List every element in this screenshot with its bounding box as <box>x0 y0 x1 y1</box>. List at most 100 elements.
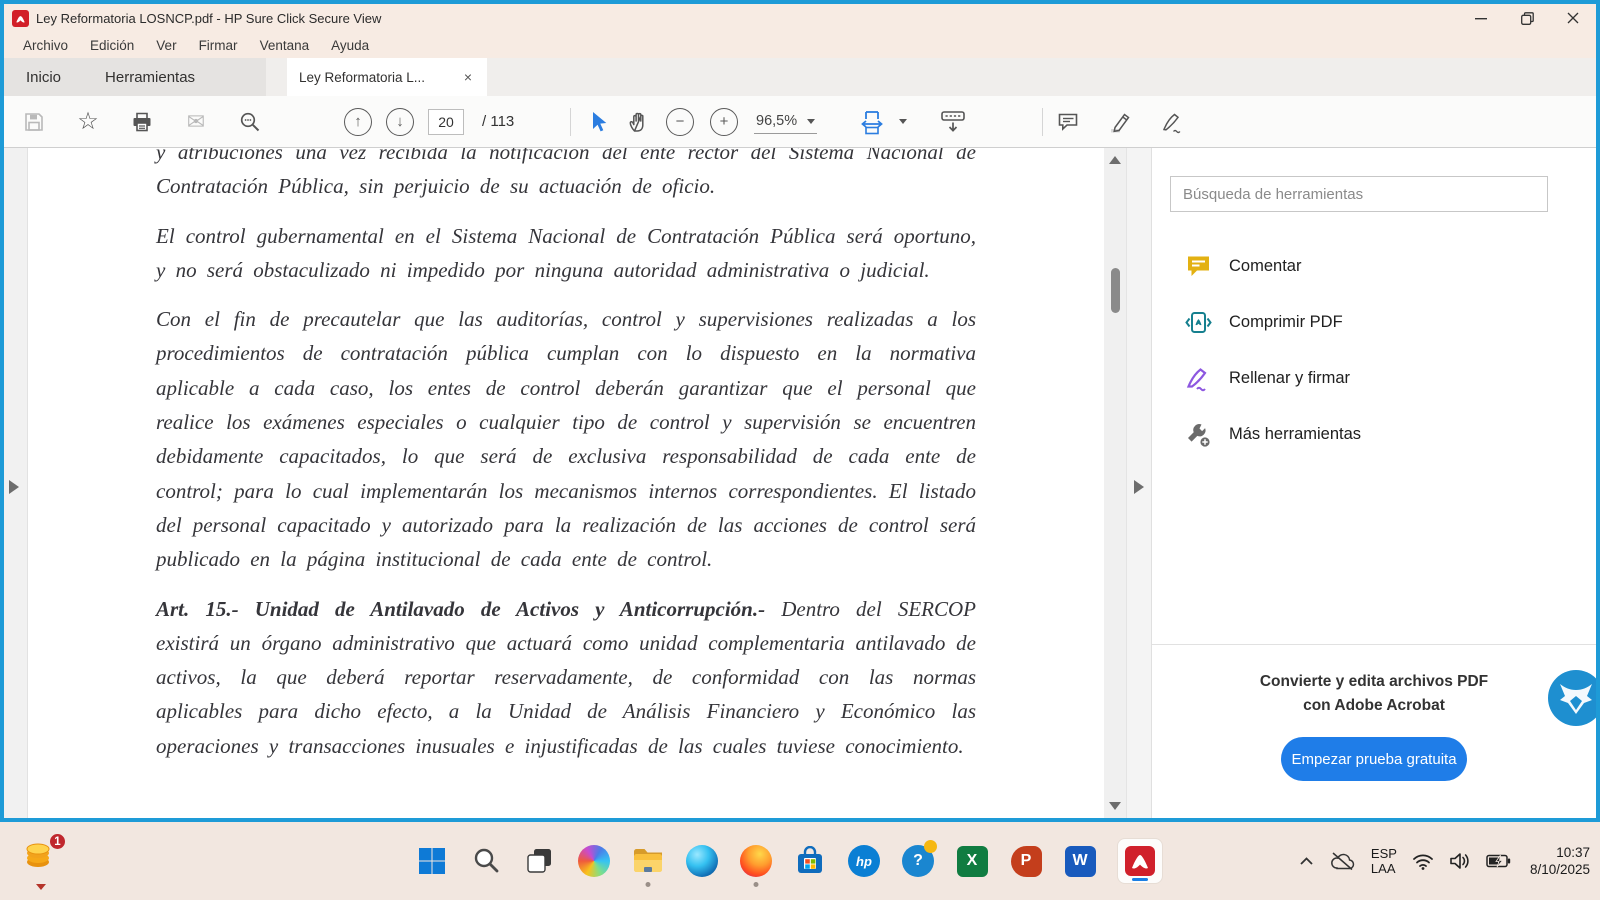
acrobat-icon <box>1125 846 1155 876</box>
email-icon: ✉ <box>187 111 205 133</box>
nav-pane-expand-icon[interactable] <box>9 480 19 494</box>
tray-date: 8/10/2025 <box>1530 861 1590 878</box>
hp-app-button[interactable]: hp <box>847 844 881 878</box>
volume-icon[interactable] <box>1449 852 1471 870</box>
fit-width-button[interactable] <box>857 110 891 134</box>
widget-caret-icon <box>36 884 46 890</box>
hidden-icons-button[interactable] <box>1299 856 1314 866</box>
wifi-icon[interactable] <box>1412 853 1434 870</box>
taskbar: 1 hp ? <box>0 822 1600 900</box>
menu-ver[interactable]: Ver <box>147 35 185 56</box>
start-button[interactable] <box>415 844 449 878</box>
menu-edicion[interactable]: Edición <box>81 35 143 56</box>
task-view-button[interactable] <box>523 844 557 878</box>
onedrive-icon[interactable] <box>1329 851 1356 871</box>
pdf-page[interactable]: y atribuciones una vez recibida la notif… <box>28 148 1104 818</box>
acrobat-taskbar-button[interactable] <box>1117 838 1163 884</box>
keyboard-layout: LAA <box>1371 861 1397 876</box>
running-indicator <box>754 882 759 887</box>
tools-pane-collapse-icon[interactable] <box>1134 480 1144 494</box>
star-button[interactable]: ☆ <box>76 110 100 134</box>
acrobat-promo: Convierte y edita archivos PDF con Adobe… <box>1152 644 1596 818</box>
language-indicator[interactable]: ESP LAA <box>1371 846 1397 876</box>
previous-page-button[interactable]: ↑ <box>344 108 372 136</box>
menu-ayuda[interactable]: Ayuda <box>322 35 378 56</box>
microsoft-store-button[interactable] <box>793 844 827 878</box>
firefox-button[interactable] <box>739 844 773 878</box>
page-display-button[interactable] <box>937 110 969 134</box>
highlight-tool-button[interactable] <box>1108 110 1132 134</box>
paragraph-art15: Art. 15.- Unidad de Antilavado de Activo… <box>156 592 976 763</box>
tools-search-input[interactable] <box>1170 176 1548 212</box>
tool-item-comentar[interactable]: Comentar <box>1152 238 1596 294</box>
firefox-icon <box>740 845 772 877</box>
powerpoint-button[interactable]: P <box>1009 844 1043 878</box>
scroll-up-icon[interactable] <box>1109 156 1121 164</box>
tool-label: Más herramientas <box>1229 425 1361 444</box>
paragraph: y atribuciones una vez recibida la notif… <box>156 148 976 204</box>
save-button[interactable] <box>22 110 46 134</box>
acrobat-window: Ley Reformatoria LOSNCP.pdf - HP Sure Cl… <box>0 0 1600 822</box>
fit-width-chevron-icon[interactable] <box>899 119 907 124</box>
edge-button[interactable] <box>685 844 719 878</box>
page-number-input[interactable]: 20 <box>428 109 464 135</box>
edge-icon <box>686 845 718 877</box>
email-button[interactable]: ✉ <box>184 110 208 134</box>
scroll-down-icon[interactable] <box>1109 802 1121 810</box>
file-explorer-button[interactable] <box>631 844 665 878</box>
promo-text-line1: Convierte y edita archivos PDF <box>1152 673 1596 691</box>
desktop: Ley Reformatoria LOSNCP.pdf - HP Sure Cl… <box>0 0 1600 900</box>
tool-item-rellenar-firmar[interactable]: Rellenar y firmar <box>1152 350 1596 406</box>
widgets-button[interactable]: 1 <box>22 834 70 890</box>
hand-tool-button[interactable] <box>626 110 650 134</box>
window-title: Ley Reformatoria LOSNCP.pdf - HP Sure Cl… <box>36 11 381 26</box>
menu-archivo[interactable]: Archivo <box>14 35 77 56</box>
search-button[interactable] <box>238 110 262 134</box>
restore-button[interactable] <box>1504 4 1550 32</box>
vertical-scrollbar[interactable] <box>1104 148 1126 818</box>
taskbar-search-button[interactable] <box>469 844 503 878</box>
toolbar-divider <box>570 108 571 136</box>
page-total-label: / 113 <box>482 113 514 130</box>
fill-sign-icon <box>1185 365 1212 392</box>
zoom-in-button[interactable]: + <box>710 108 738 136</box>
next-page-button[interactable]: ↓ <box>386 108 414 136</box>
tool-item-comprimir-pdf[interactable]: Comprimir PDF <box>1152 294 1596 350</box>
tabbar: Inicio Herramientas Ley Reformatoria L..… <box>4 58 1596 96</box>
toolbar: ☆ ✉ ↑ ↓ 20 / 113 <box>4 96 1596 148</box>
comment-tool-button[interactable] <box>1056 110 1080 134</box>
zoom-out-button[interactable]: − <box>666 108 694 136</box>
toolbar-divider <box>1042 108 1043 136</box>
tab-inicio[interactable]: Inicio <box>4 58 83 96</box>
excel-button[interactable]: X <box>955 844 989 878</box>
get-help-button[interactable]: ? <box>901 844 935 878</box>
zoom-level-dropdown[interactable]: 96,5% <box>754 109 817 134</box>
more-tools-icon <box>1185 421 1212 448</box>
word-button[interactable]: W <box>1063 844 1097 878</box>
nav-pane-strip <box>4 148 28 818</box>
menu-firmar[interactable]: Firmar <box>190 35 247 56</box>
minimize-button[interactable] <box>1458 4 1504 32</box>
copilot-button[interactable] <box>577 844 611 878</box>
tool-item-mas-herramientas[interactable]: Más herramientas <box>1152 406 1596 462</box>
running-indicator <box>646 882 651 887</box>
tab-document[interactable]: Ley Reformatoria L... × <box>287 58 487 96</box>
clock[interactable]: 10:37 8/10/2025 <box>1530 844 1590 878</box>
fill-sign-tool-button[interactable] <box>1160 110 1184 134</box>
select-tool-button[interactable] <box>586 110 610 134</box>
hp-sure-click-bubble[interactable] <box>1548 669 1596 727</box>
menu-ventana[interactable]: Ventana <box>251 35 319 56</box>
paragraph: Con el fin de precautelar que las audito… <box>156 302 976 576</box>
tools-pane-strip <box>1126 148 1152 818</box>
tools-pane: Comentar Comprimir PDF Rellenar y firmar <box>1152 148 1596 818</box>
tab-herramientas[interactable]: Herramientas <box>83 58 217 96</box>
main-area: y atribuciones una vez recibida la notif… <box>4 148 1596 818</box>
tab-close-icon[interactable]: × <box>461 69 475 85</box>
print-button[interactable] <box>130 110 154 134</box>
close-button[interactable] <box>1550 4 1596 32</box>
start-free-trial-button[interactable]: Empezar prueba gratuita <box>1281 737 1467 781</box>
scrollbar-thumb[interactable] <box>1111 268 1120 313</box>
tool-label: Comentar <box>1229 257 1301 276</box>
battery-icon[interactable] <box>1486 854 1511 868</box>
zoom-level-value: 96,5% <box>756 113 797 129</box>
